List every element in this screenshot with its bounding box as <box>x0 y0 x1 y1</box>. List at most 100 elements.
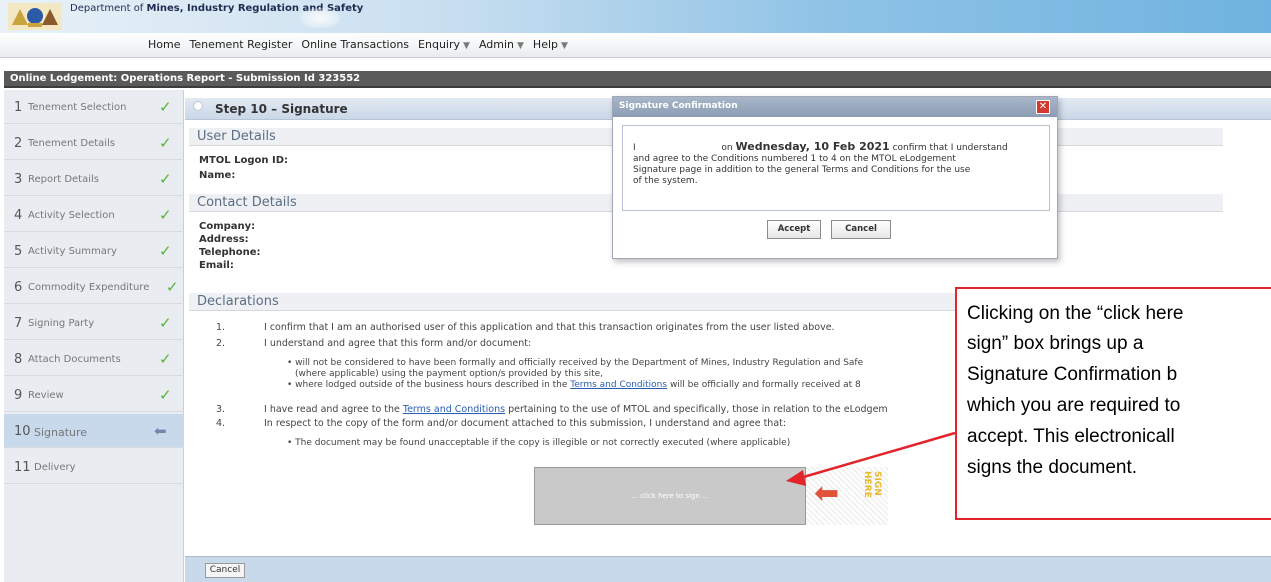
checkmark-icon: ✓ <box>159 242 172 260</box>
cancel-button[interactable]: Cancel <box>205 563 245 578</box>
callout-line: Signature Confirmation b <box>967 364 1178 385</box>
bottom-action-bar: Cancel <box>185 556 1271 582</box>
step-report-details[interactable]: 3 Report Details ✓ <box>4 162 184 196</box>
nav-tenement-register[interactable]: Tenement Register <box>189 38 292 51</box>
declaration-1: I confirm that I am an authorised user o… <box>264 322 835 333</box>
step-delivery[interactable]: 11 Delivery <box>4 450 184 484</box>
step-label: Commodity Expenditure <box>28 282 150 293</box>
nav-enquiry-label: Enquiry <box>418 38 461 51</box>
checkmark-icon: ✓ <box>159 350 172 368</box>
terms-link[interactable]: Terms and Conditions <box>570 380 667 390</box>
close-icon[interactable]: ✕ <box>1036 100 1050 114</box>
nav-home[interactable]: Home <box>148 38 180 51</box>
chevron-down-icon: ▼ <box>463 41 470 51</box>
declaration-3: I have read and agree to the Terms and C… <box>264 404 888 415</box>
page-title: Online Lodgement: Operations Report - Su… <box>10 73 361 84</box>
section-heading: User Details <box>197 129 276 144</box>
step-number: 2 <box>14 136 23 151</box>
sign-here-graphic: ⬅ SIGN HERE <box>806 467 888 525</box>
step-number: 11 <box>14 460 31 475</box>
callout-line: sign” box brings up a <box>967 333 1144 354</box>
declaration-number: 3. <box>216 404 226 415</box>
step-tenement-selection[interactable]: 1 Tenement Selection ✓ <box>4 90 184 124</box>
step-label: Tenement Details <box>28 138 116 149</box>
company-label: Company: <box>199 221 256 232</box>
click-to-sign-box[interactable]: ... click here to sign ... <box>534 467 806 525</box>
section-heading: Contact Details <box>197 195 297 210</box>
checkmark-icon: ✓ <box>159 314 172 332</box>
step-label: Delivery <box>34 462 76 473</box>
step-activity-selection[interactable]: 4 Activity Selection ✓ <box>4 198 184 232</box>
text: on <box>721 143 733 153</box>
declaration-number: 1. <box>216 322 226 333</box>
chevron-down-icon: ▼ <box>561 41 568 51</box>
step-number: 9 <box>14 388 23 403</box>
callout-line: signs the document. <box>967 457 1138 478</box>
declaration-number: 2. <box>216 338 226 349</box>
text: • where lodged outside of the business h… <box>287 380 571 390</box>
step-number: 7 <box>14 316 23 331</box>
step-label: Signature <box>34 426 88 439</box>
section-heading: Declarations <box>197 294 279 309</box>
text: will be officially and formally received… <box>667 380 861 390</box>
text: I have read and agree to the <box>264 404 403 415</box>
step-label: Tenement Selection <box>28 102 127 113</box>
nav-help[interactable]: Help ▼ <box>533 38 568 51</box>
declaration-bullet: • where lodged outside of the business h… <box>287 380 861 390</box>
dialog-title: Signature Confirmation <box>619 101 738 111</box>
logon-id-label: MTOL Logon ID: <box>199 155 289 166</box>
declaration-number: 4. <box>216 418 226 429</box>
site-banner: Department of Mines, Industry Regulation… <box>0 0 1271 33</box>
step-number: 4 <box>14 208 23 223</box>
nav-online-transactions[interactable]: Online Transactions <box>301 38 409 51</box>
step-label: Review <box>28 390 64 401</box>
checkmark-icon: ✓ <box>159 98 172 116</box>
step-signing-party[interactable]: 7 Signing Party ✓ <box>4 306 184 340</box>
confirmation-line-4: of the system. <box>633 176 698 186</box>
confirmation-line-2: and agree to the Conditions numbered 1 t… <box>633 154 956 164</box>
step-heading: Step 10 – Signature <box>215 102 348 116</box>
department-prefix: Department of <box>70 3 144 14</box>
main-nav: Home Tenement Register Online Transactio… <box>0 33 1271 58</box>
dialog-cancel-button[interactable]: Cancel <box>831 220 891 239</box>
accept-button[interactable]: Accept <box>767 220 821 239</box>
step-tenement-details[interactable]: 2 Tenement Details ✓ <box>4 126 184 160</box>
dialog-body: I on Wednesday, 10 Feb 2021 confirm that… <box>622 125 1050 211</box>
step-commodity-expenditure[interactable]: 6 Commodity Expenditure ✓ <box>4 270 184 304</box>
callout-line: which you are required to <box>967 395 1181 416</box>
step-review[interactable]: 9 Review ✓ <box>4 378 184 412</box>
confirmation-line-3: Signature page in addition to the genera… <box>633 165 971 175</box>
checkmark-icon: ✓ <box>159 170 172 188</box>
telephone-label: Telephone: <box>199 247 261 258</box>
government-crest-icon <box>8 3 62 30</box>
step-number: 8 <box>14 352 23 367</box>
chevron-down-icon: ▼ <box>517 41 524 51</box>
step-signature[interactable]: 10 Signature ⬅ <box>4 414 184 448</box>
nav-admin[interactable]: Admin ▼ <box>479 38 524 51</box>
checkmark-icon: ✓ <box>166 278 179 296</box>
step-number: 10 <box>14 424 31 439</box>
confirmation-line-1: I on Wednesday, 10 Feb 2021 confirm that… <box>633 140 1008 153</box>
redacted-user-details <box>525 157 599 187</box>
confirmation-date: Wednesday, 10 Feb 2021 <box>735 140 890 153</box>
step-attach-documents[interactable]: 8 Attach Documents ✓ <box>4 342 184 376</box>
arrow-left-icon: ⬅ <box>814 476 840 511</box>
declaration-bullet: • will not be considered to have been fo… <box>287 358 864 368</box>
wizard-steps: 1 Tenement Selection ✓ 2 Tenement Detail… <box>4 90 184 582</box>
sign-here-label: SIGN HERE <box>862 471 882 498</box>
declaration-bullet-cont: (where applicable) using the payment opt… <box>295 369 604 379</box>
address-label: Address: <box>199 234 249 245</box>
nav-enquiry[interactable]: Enquiry ▼ <box>418 38 470 51</box>
declaration-2: I understand and agree that this form an… <box>264 338 532 349</box>
step-activity-summary[interactable]: 5 Activity Summary ✓ <box>4 234 184 268</box>
instruction-callout: Clicking on the “click here sign” box br… <box>955 287 1271 520</box>
email-label: Email: <box>199 260 234 271</box>
terms-link[interactable]: Terms and Conditions <box>403 404 505 415</box>
step-number: 1 <box>14 100 23 115</box>
checkmark-icon: ✓ <box>159 134 172 152</box>
step-number: 5 <box>14 244 23 259</box>
callout-line: Clicking on the “click here <box>967 303 1184 324</box>
step-label: Report Details <box>28 174 99 185</box>
step-label: Activity Selection <box>28 210 115 221</box>
signature-confirmation-dialog: Signature Confirmation ✕ I on Wednesday,… <box>612 96 1058 259</box>
